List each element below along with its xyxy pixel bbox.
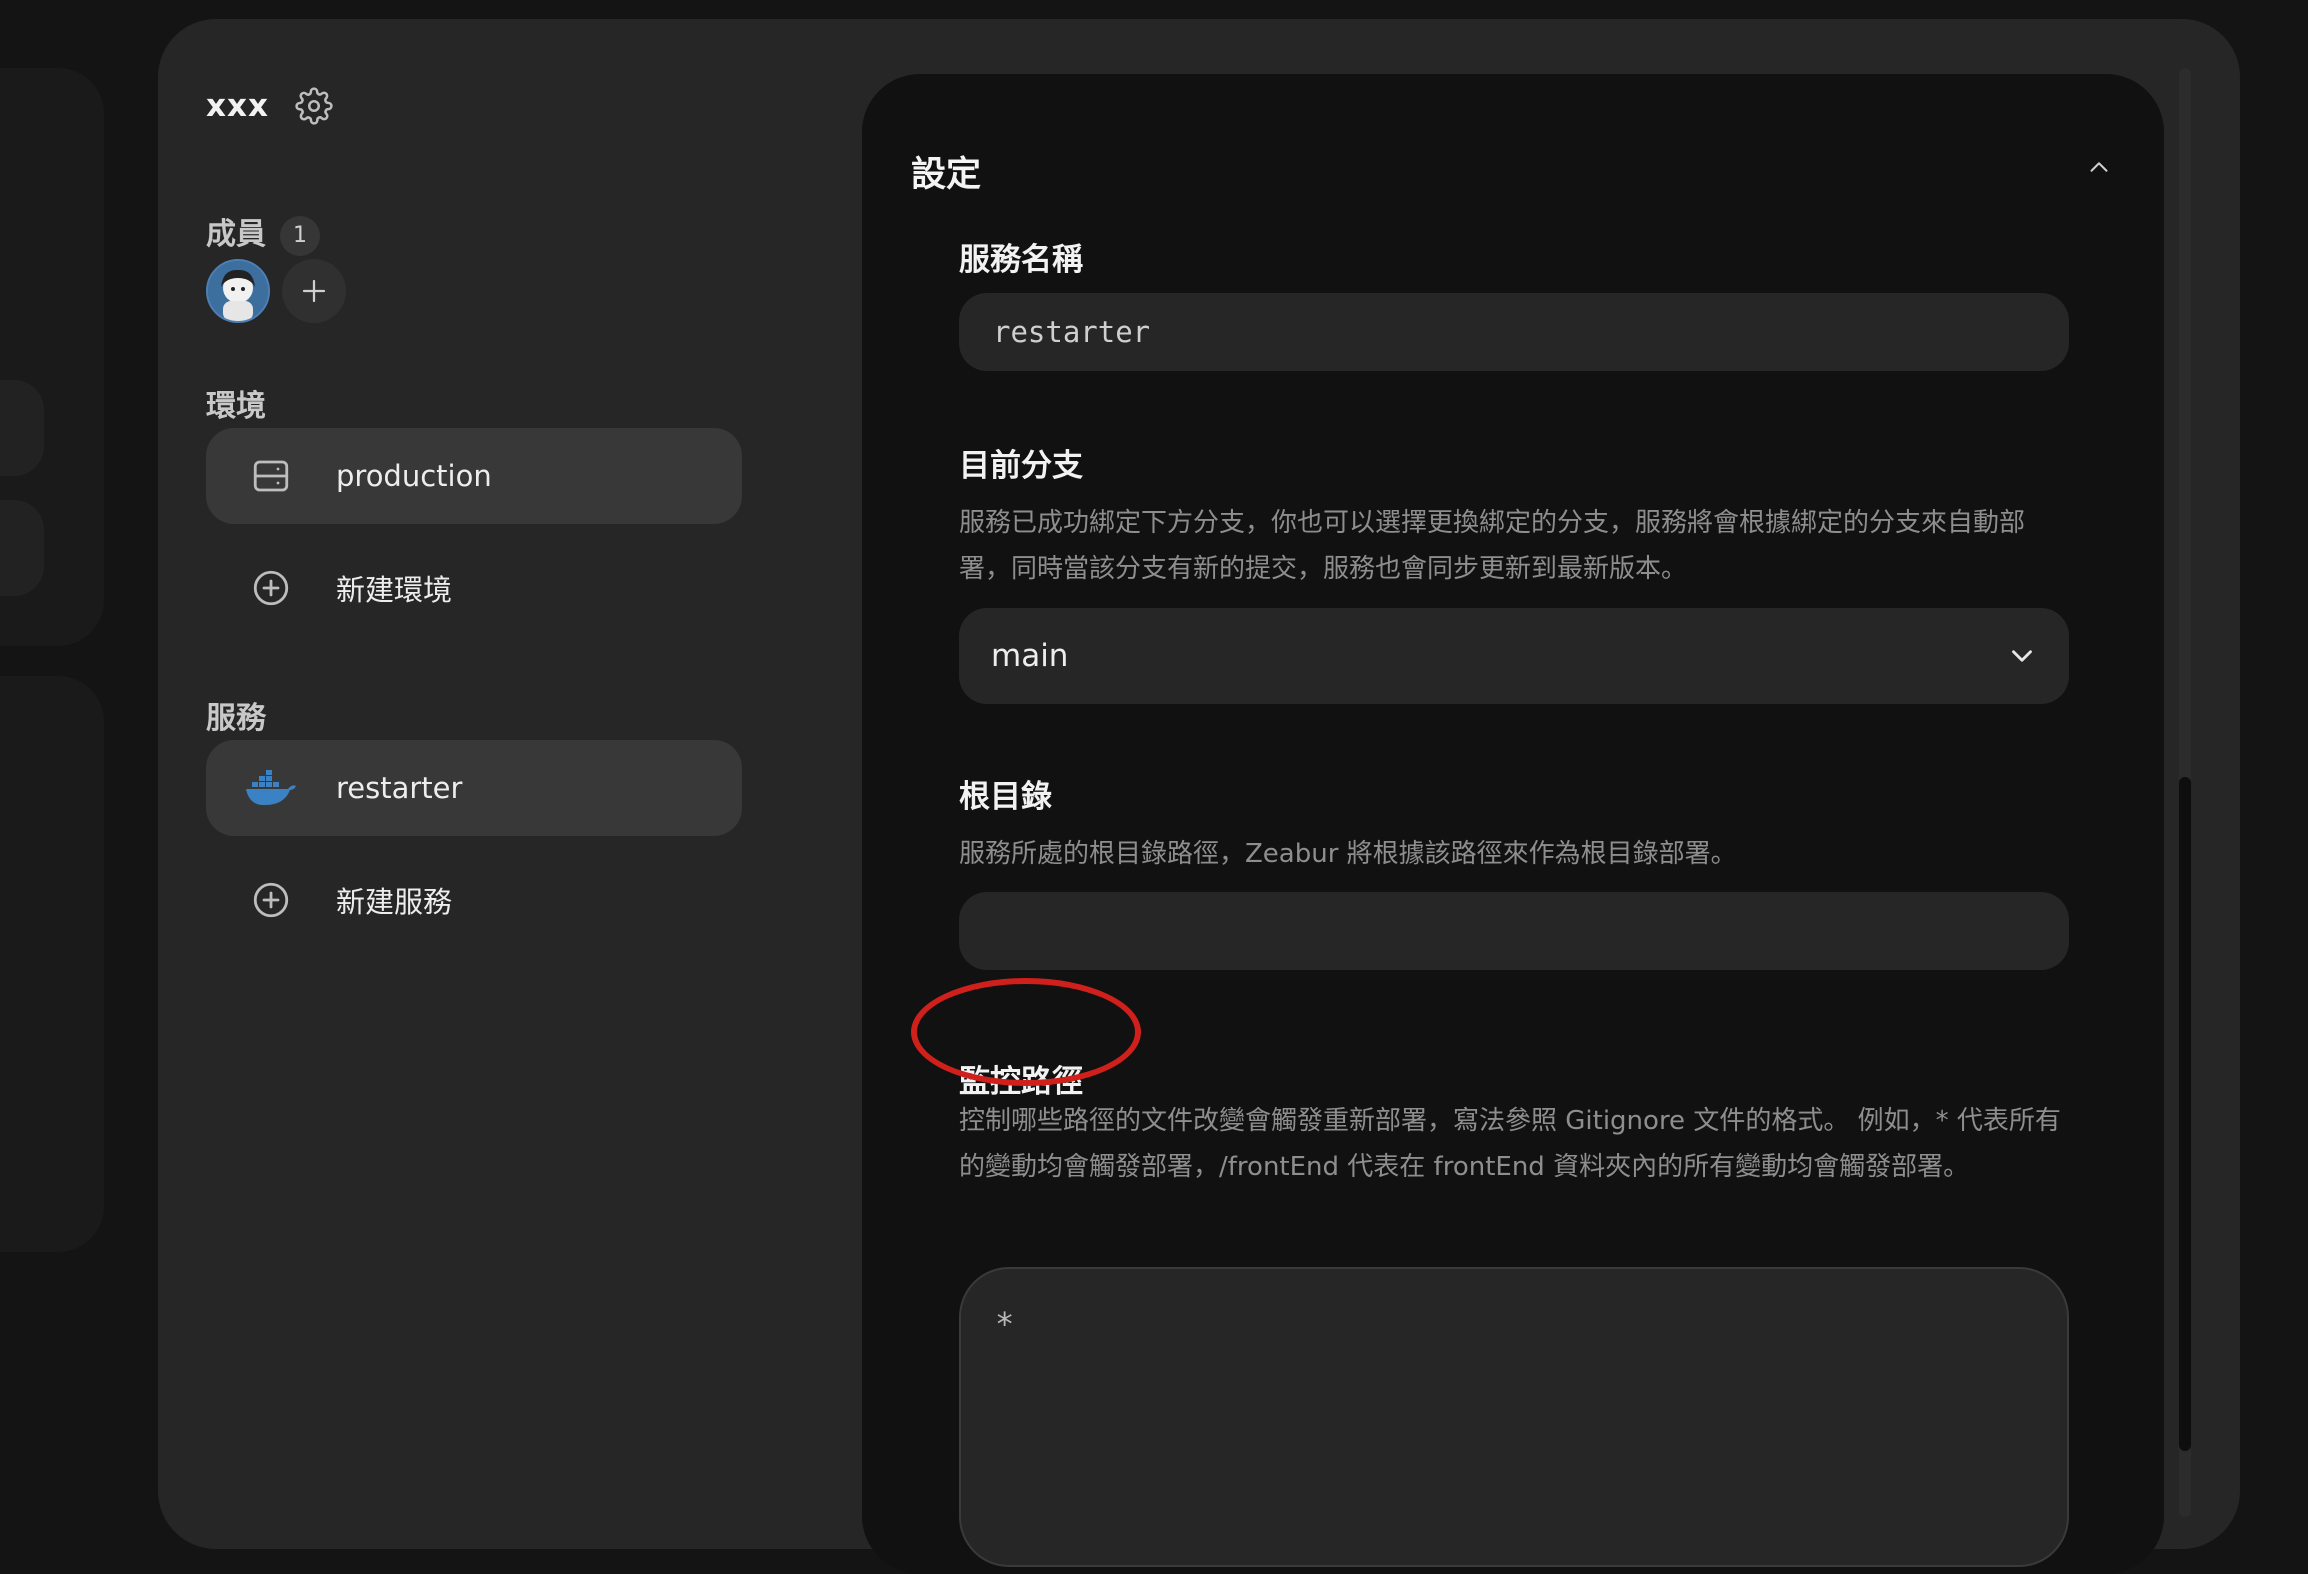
watch-paths-description: 控制哪些路徑的文件改變會觸發重新部署，寫法參照 Gitignore 文件的格式。…	[959, 1106, 2061, 1182]
plus-circle-icon	[206, 567, 336, 609]
chevron-down-icon	[2012, 650, 2032, 662]
docker-icon	[206, 768, 336, 808]
branch-description: 服務已成功綁定下方分支，你也可以選擇更換綁定的分支，服務將會根據綁定的分支來自動…	[959, 508, 2026, 584]
chevron-up-icon[interactable]	[2084, 152, 2114, 186]
scrollbar-thumb[interactable]	[2179, 777, 2191, 1451]
settings-title: 設定	[911, 155, 982, 195]
environment-label: production	[336, 459, 492, 493]
add-member-button[interactable]	[282, 259, 346, 323]
project-header: xxx	[206, 87, 333, 125]
background-pill	[0, 500, 44, 596]
branch-select[interactable]: main	[959, 608, 2069, 704]
members-row	[206, 259, 346, 323]
branch-select-value: main	[991, 638, 1069, 674]
environment-item-production[interactable]: production	[206, 428, 742, 524]
root-dir-input[interactable]	[959, 892, 2069, 970]
member-count-badge: 1	[280, 215, 320, 256]
plus-circle-icon	[206, 879, 336, 921]
background-pill	[0, 380, 44, 476]
watch-paths-label: 監控路徑	[959, 1064, 1083, 1100]
service-item-restarter[interactable]: restarter	[206, 740, 742, 836]
new-service-label: 新建服務	[336, 885, 453, 919]
plus-icon	[302, 279, 326, 303]
new-environment-label: 新建環境	[336, 573, 453, 607]
new-service-button[interactable]: 新建服務	[206, 852, 742, 948]
services-section-title: 服務	[206, 701, 266, 736]
root-dir-label: 根目錄	[959, 779, 1052, 815]
members-section-title: 成員 1	[206, 209, 320, 256]
gear-icon[interactable]	[295, 87, 333, 125]
watch-paths-textarea[interactable]: *	[959, 1267, 2069, 1567]
new-environment-button[interactable]: 新建環境	[206, 540, 742, 636]
root-dir-description: 服務所處的根目錄路徑，Zeabur 將根據該路徑來作為根目錄部署。	[959, 839, 1737, 869]
sidebar: xxx 成員 1 環境 production 新建環境 服務 restarter…	[158, 19, 858, 1549]
settings-card: 設定 服務名稱 目前分支 服務已成功綁定下方分支，你也可以選擇更換綁定的分支，服…	[862, 74, 2164, 1574]
service-name-label: 服務名稱	[959, 242, 1083, 278]
project-name: xxx	[206, 88, 269, 124]
branch-label: 目前分支	[959, 448, 1083, 484]
environments-section-title: 環境	[206, 389, 266, 424]
server-icon	[206, 455, 336, 497]
avatar[interactable]	[206, 259, 270, 323]
service-label: restarter	[336, 771, 463, 805]
members-title: 成員	[206, 217, 266, 252]
service-name-input[interactable]	[959, 293, 2069, 371]
background-panel	[0, 676, 104, 1252]
project-panel: xxx 成員 1 環境 production 新建環境 服務 restarter…	[158, 19, 2240, 1574]
